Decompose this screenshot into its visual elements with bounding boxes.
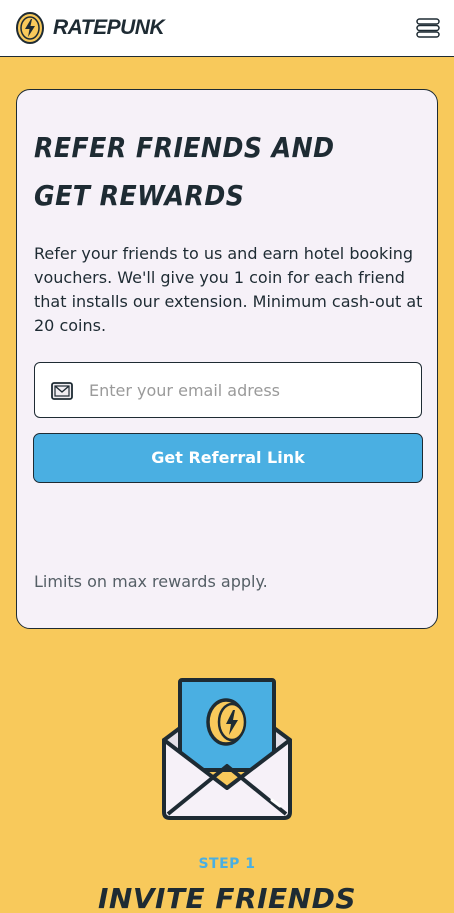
envelope-coin-icon [162,678,292,820]
brand-name: RATEPUNK [53,16,165,39]
card-title: Refer friends and get rewards [34,131,335,212]
referral-card: Refer friends and get rewards Refer your… [16,89,438,629]
get-referral-link-button[interactable]: Get Referral Link [33,433,423,483]
step-label: STEP 1 [198,856,256,872]
email-field[interactable] [34,362,422,418]
lightning-coin-icon [16,12,44,44]
email-input[interactable] [89,363,409,417]
hamburger-menu-icon[interactable] [416,16,440,40]
step-title: Invite friends [98,882,356,913]
limits-note: Limits on max rewards apply. [34,572,268,591]
mail-icon [51,382,73,400]
brand-logo[interactable]: RATEPUNK [15,11,165,45]
site-header: RATEPUNK [0,0,454,57]
card-description: Refer your friends to us and earn hotel … [34,244,423,335]
